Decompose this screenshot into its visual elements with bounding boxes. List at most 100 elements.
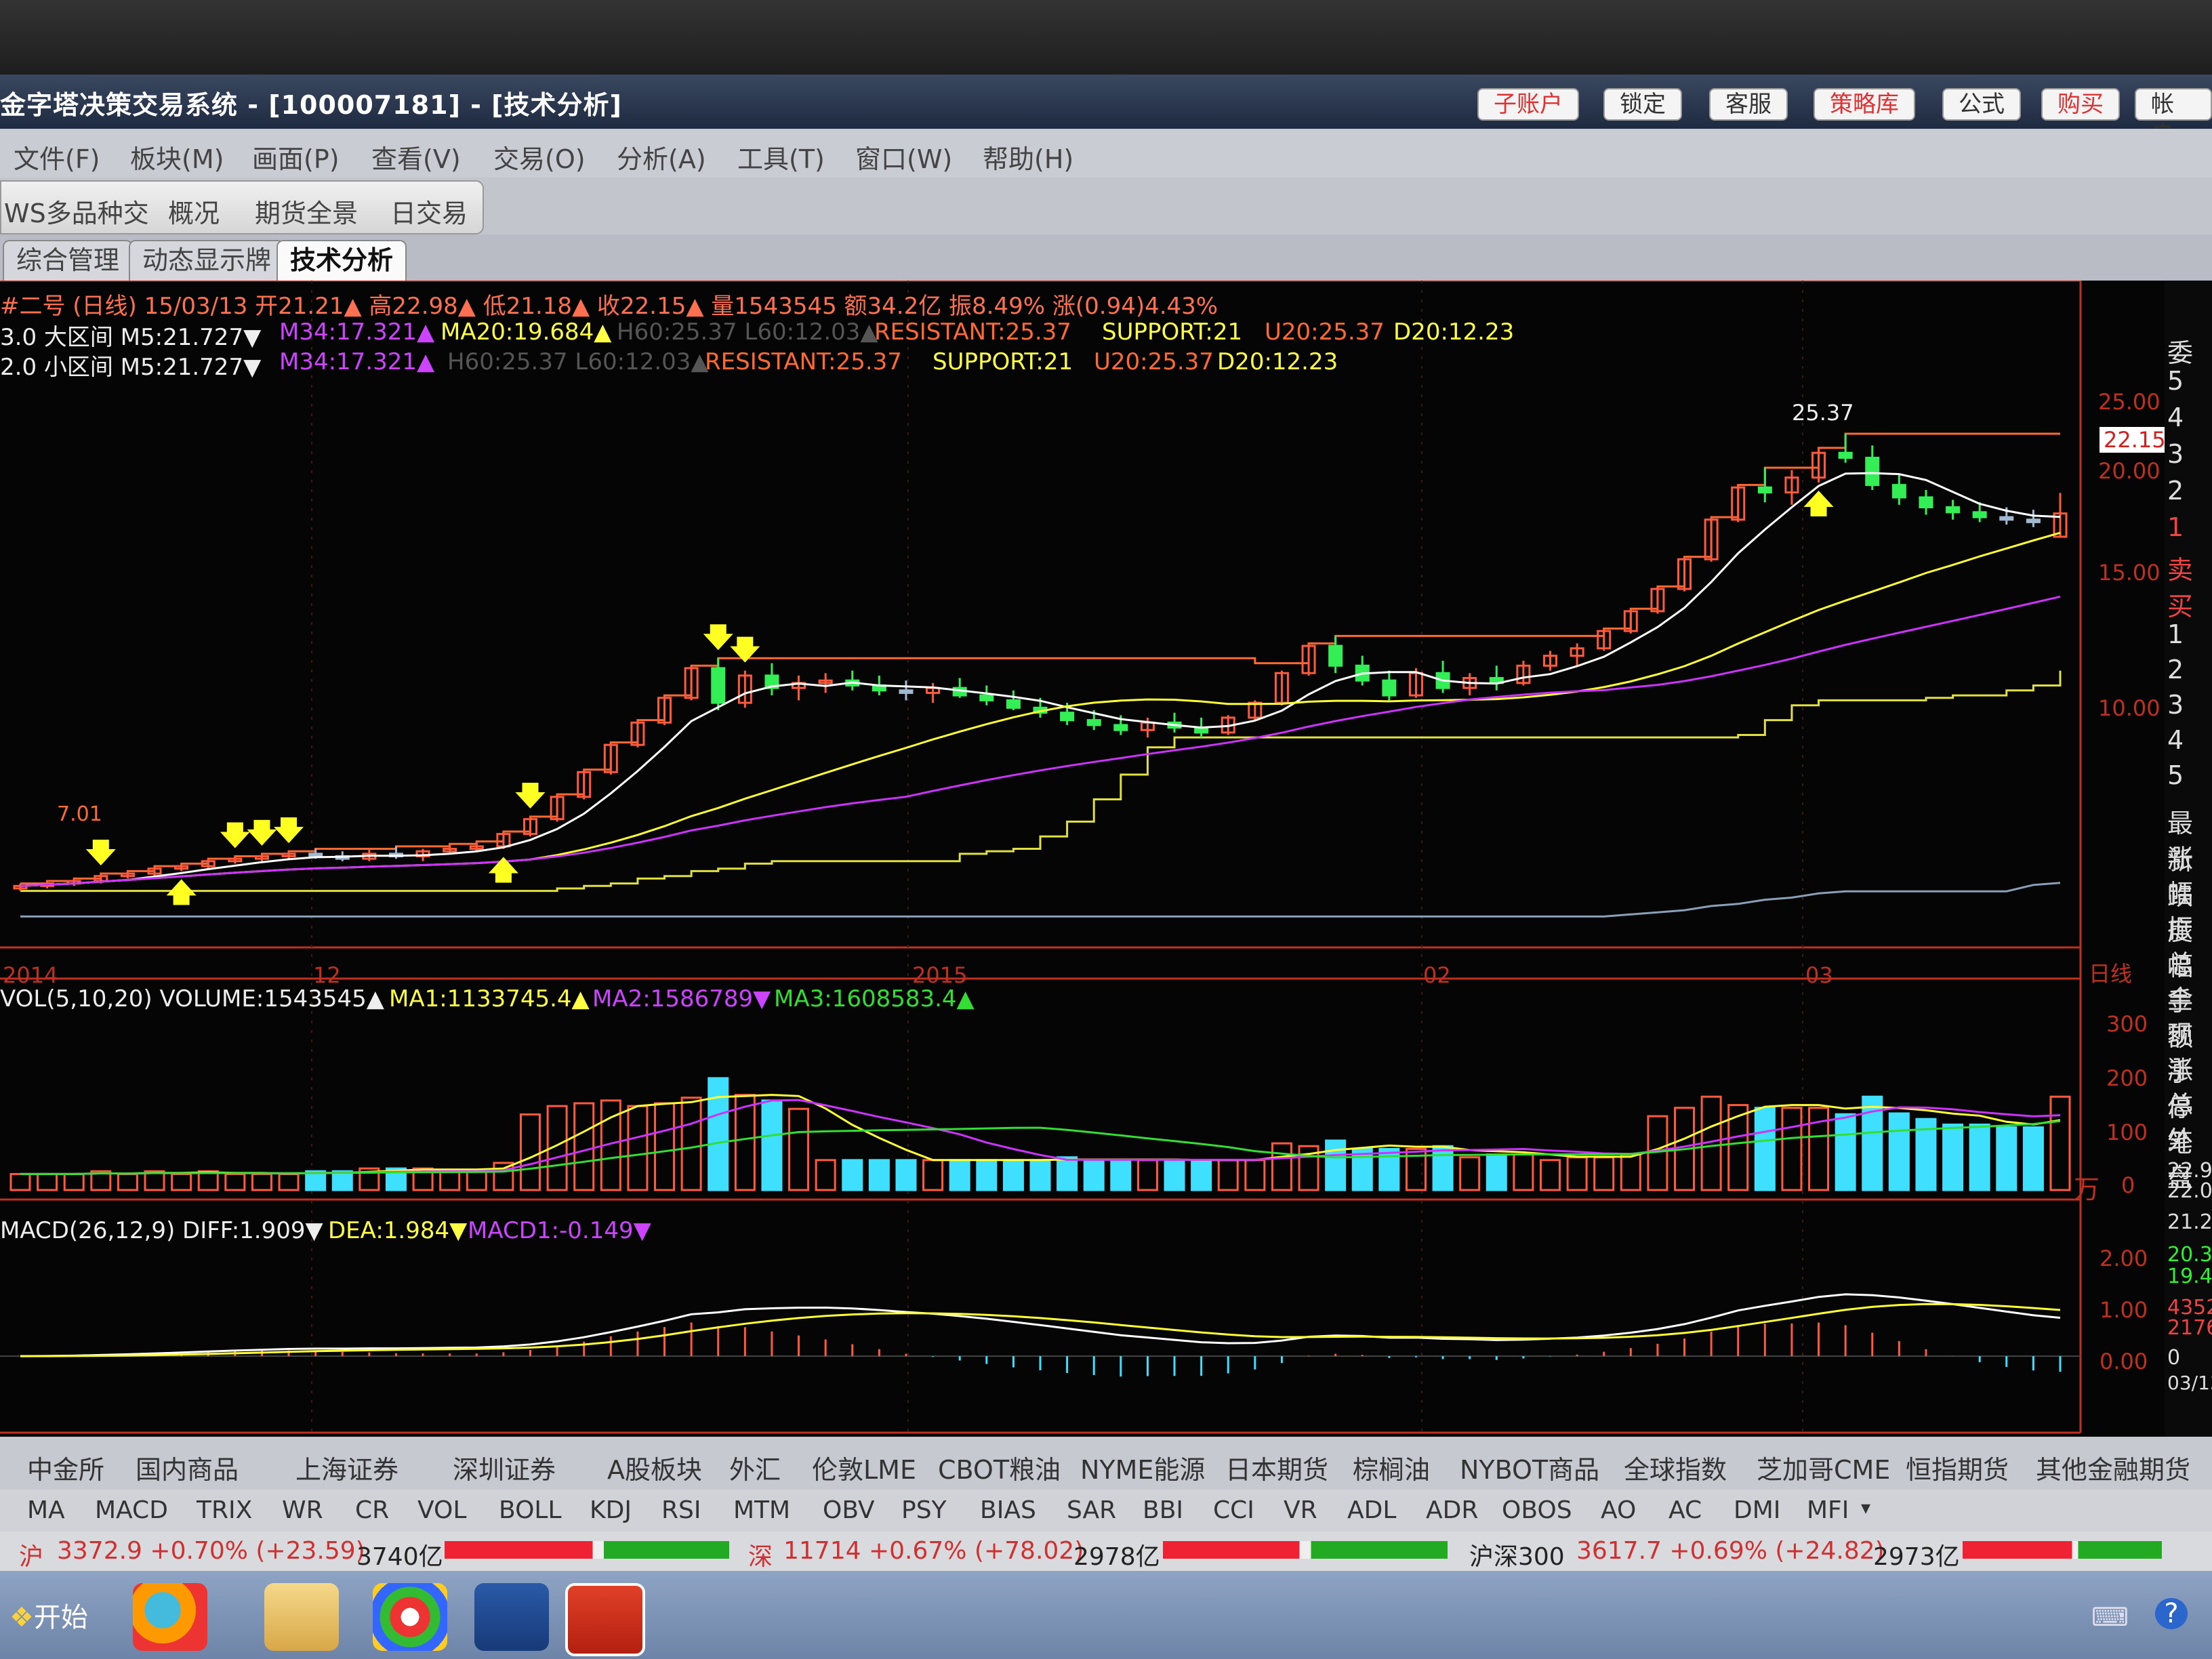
board-japan[interactable]: 日本期货 xyxy=(1225,1449,1328,1486)
menu-screen[interactable]: 画面(P) xyxy=(252,138,340,176)
legend-big-support: SUPPORT:21 xyxy=(1102,319,1243,346)
ind-adl[interactable]: ADL xyxy=(1347,1496,1396,1524)
lock-button[interactable]: 锁定 xyxy=(1603,88,1682,121)
quick-tab-futures[interactable]: 期货全景 xyxy=(255,192,358,230)
ind-vr[interactable]: VR xyxy=(1284,1496,1317,1524)
menu-analysis[interactable]: 分析(A) xyxy=(617,138,706,176)
board-forex[interactable]: 外汇 xyxy=(729,1449,781,1486)
side-val-7: 21764 xyxy=(2167,1316,2212,1340)
ind-ac[interactable]: AC xyxy=(1668,1496,1702,1524)
vol-unit: 万 xyxy=(2074,1174,2100,1204)
ind-adr[interactable]: ADR xyxy=(1426,1496,1478,1524)
menu-help[interactable]: 帮助(H) xyxy=(983,138,1073,176)
service-button[interactable]: 客服 xyxy=(1709,88,1788,121)
buy-button[interactable]: 购买 xyxy=(2041,88,2120,121)
strategy-button[interactable]: 策略库 xyxy=(1814,88,1915,121)
ind-ma[interactable]: MA xyxy=(27,1496,65,1524)
tab-dynamic[interactable]: 动态显示牌 xyxy=(129,240,285,281)
candle-body xyxy=(1919,496,1933,509)
tab-management[interactable]: 综合管理 xyxy=(3,240,134,281)
board-cme[interactable]: 芝加哥CME xyxy=(1757,1449,1890,1486)
price-header-line: #二号 (日线) 15/03/13 开21.21▲ 高22.98▲ 低21.18… xyxy=(0,293,1218,320)
board-nybot[interactable]: NYBOT商品 xyxy=(1460,1449,1599,1486)
period-label[interactable]: 日线 xyxy=(2089,957,2132,988)
legend-big-ma20: MA20:19.684▲ xyxy=(441,319,612,346)
volume-bar xyxy=(1486,1153,1507,1191)
side-bid-4: 4 xyxy=(2167,725,2184,755)
ind-ao[interactable]: AO xyxy=(1601,1496,1636,1524)
ind-boll[interactable]: BOLL xyxy=(499,1496,562,1524)
ind-vol[interactable]: VOL xyxy=(417,1496,466,1524)
ind-mtm[interactable]: MTM xyxy=(733,1496,790,1524)
ind-psy[interactable]: PSY xyxy=(901,1496,947,1524)
ind-wr[interactable]: WR xyxy=(282,1496,323,1524)
board-cbot[interactable]: CBOT粮油 xyxy=(938,1449,1061,1486)
app-icon-ie[interactable] xyxy=(133,1583,207,1651)
ind-obos[interactable]: OBOS xyxy=(1502,1496,1572,1524)
legend-macd-hist: MACD1:-0.149▼ xyxy=(468,1217,651,1244)
legend-small-resistant: RESISTANT:25.37 xyxy=(705,348,902,375)
vol-tick-200: 200 xyxy=(2106,1065,2148,1091)
quick-tab-daytrade[interactable]: 日交易 xyxy=(390,192,468,230)
side-bid-5: 5 xyxy=(2167,760,2184,790)
volume-bar xyxy=(1083,1159,1105,1191)
volume-bar xyxy=(1002,1159,1024,1191)
ind-mfi[interactable]: MFI xyxy=(1807,1496,1849,1524)
menu-block[interactable]: 板块(M) xyxy=(130,138,224,176)
menu-trade[interactable]: 交易(O) xyxy=(493,138,586,176)
menu-tools[interactable]: 工具(T) xyxy=(737,138,825,176)
pyramid-app-icon[interactable] xyxy=(565,1583,645,1656)
side-val-5: 19.49 xyxy=(2167,1265,2212,1288)
folder-icon[interactable] xyxy=(264,1583,339,1651)
word-icon[interactable] xyxy=(474,1583,549,1651)
menu-window[interactable]: 窗口(W) xyxy=(855,138,952,176)
ind-trix[interactable]: TRIX xyxy=(197,1496,252,1524)
menu-view[interactable]: 查看(V) xyxy=(371,138,461,176)
volume-bar xyxy=(976,1159,998,1191)
ind-bias[interactable]: BIAS xyxy=(980,1496,1036,1524)
side-sell: 卖 xyxy=(2167,555,2194,585)
formula-button[interactable]: 公式 xyxy=(1942,88,2021,121)
board-shanghai[interactable]: 上海证券 xyxy=(295,1449,398,1486)
quick-tab-overview[interactable]: 概况 xyxy=(168,192,220,230)
help-icon[interactable]: ? xyxy=(2155,1598,2188,1629)
board-hsi[interactable]: 恒指期货 xyxy=(1906,1449,2009,1486)
board-palm[interactable]: 棕榈油 xyxy=(1353,1449,1430,1486)
board-cffex[interactable]: 中金所 xyxy=(27,1449,104,1486)
chart-canvas[interactable] xyxy=(0,281,2212,1437)
ind-sar[interactable]: SAR xyxy=(1067,1496,1116,1524)
board-nyme[interactable]: NYME能源 xyxy=(1080,1449,1205,1486)
menu-file[interactable]: 文件(F) xyxy=(14,138,100,176)
tab-technical[interactable]: 技术分析 xyxy=(276,240,407,281)
ind-bbi[interactable]: BBI xyxy=(1143,1496,1183,1524)
ind-obv[interactable]: OBV xyxy=(823,1496,875,1524)
board-global[interactable]: 全球指数 xyxy=(1624,1449,1727,1486)
candle-body xyxy=(1838,451,1853,459)
ind-cci[interactable]: CCI xyxy=(1213,1496,1254,1524)
chrome-icon[interactable] xyxy=(373,1583,447,1651)
board-ashare[interactable]: A股板块 xyxy=(607,1449,702,1486)
volume-bar xyxy=(842,1159,863,1191)
ind-macd[interactable]: MACD xyxy=(95,1496,168,1524)
quick-tab-multi[interactable]: WS多品种交 xyxy=(4,192,149,230)
ind-kdj[interactable]: KDJ xyxy=(590,1496,632,1524)
board-shenzhen[interactable]: 深圳证券 xyxy=(453,1449,556,1486)
board-domestic[interactable]: 国内商品 xyxy=(136,1449,239,1486)
sub-account-button[interactable]: 子账户 xyxy=(1477,88,1579,121)
board-other[interactable]: 其他金融期货 xyxy=(2036,1449,2190,1486)
side-buy: 买 xyxy=(2167,592,2194,621)
account-button[interactable]: 帐户 xyxy=(2135,88,2212,148)
ind-rsi[interactable]: RSI xyxy=(661,1496,701,1524)
price-tick-25: 25.00 xyxy=(2098,389,2160,415)
tray-keyboard-icon[interactable]: ⌨ xyxy=(2091,1602,2129,1632)
ind-cr[interactable]: CR xyxy=(355,1496,389,1524)
price-tick-20: 20.00 xyxy=(2098,458,2160,484)
board-lme[interactable]: 伦敦LME xyxy=(812,1449,916,1486)
legend-small-m34: M34:17.321▲ xyxy=(279,348,435,375)
ind-dmi[interactable]: DMI xyxy=(1734,1496,1780,1524)
windows-icon: ❖ xyxy=(9,1602,34,1633)
legend-small-support: SUPPORT:21 xyxy=(933,348,1073,375)
ind-more-icon[interactable]: ▾ xyxy=(1861,1496,1870,1519)
side-bid-1: 1 xyxy=(2167,619,2184,649)
start-button[interactable]: ❖开始 xyxy=(9,1595,88,1635)
